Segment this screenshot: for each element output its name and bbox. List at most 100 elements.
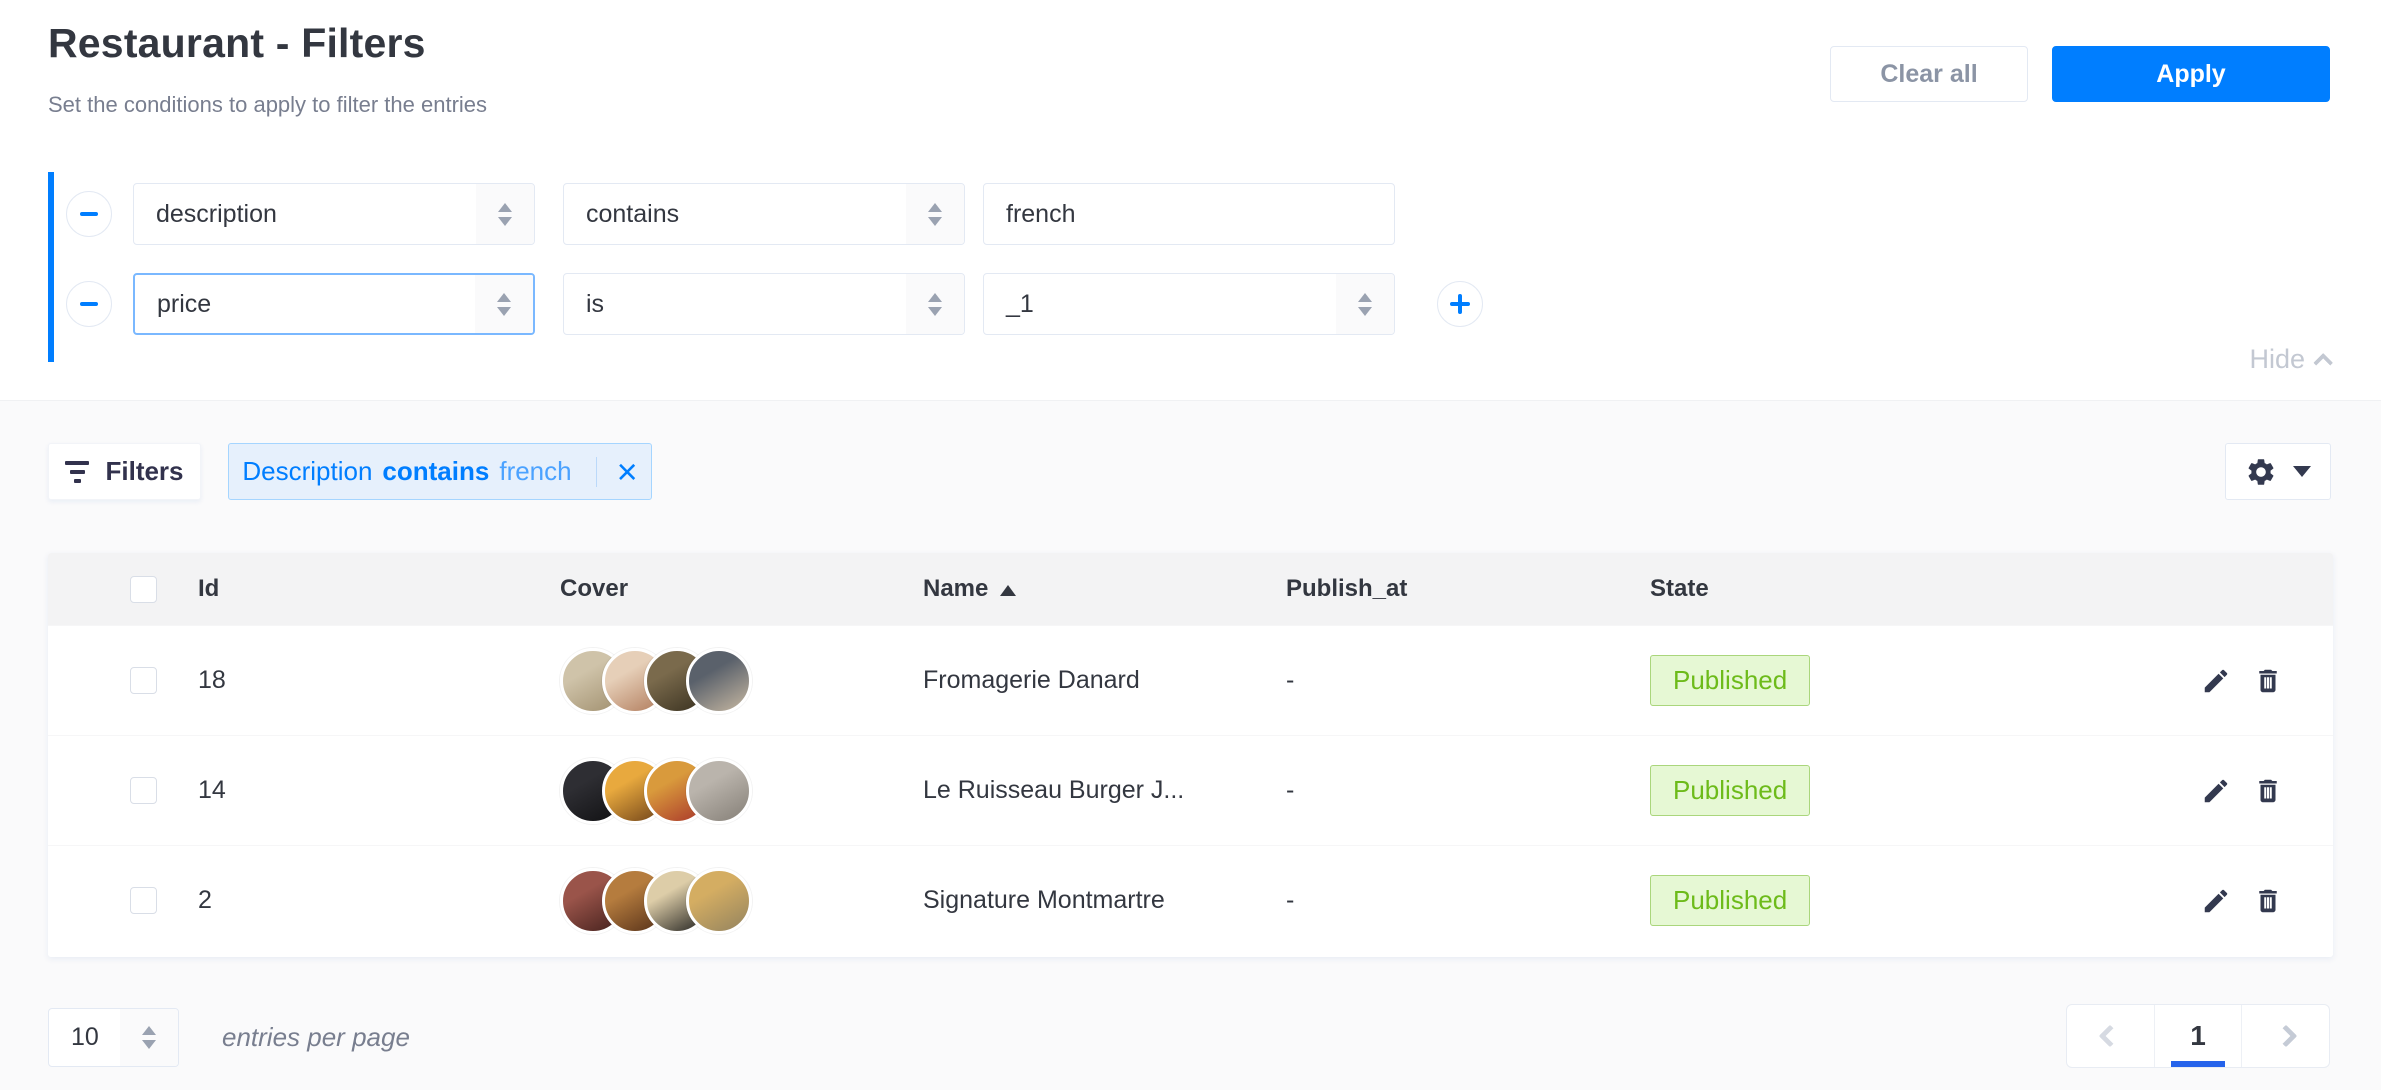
- trash-icon: [2253, 886, 2283, 916]
- delete-button[interactable]: [2253, 886, 2283, 916]
- select-spinner-icon: [1336, 274, 1394, 334]
- edit-button[interactable]: [2201, 666, 2231, 696]
- row-checkbox[interactable]: [130, 777, 157, 804]
- cell-id: 2: [198, 886, 560, 915]
- filter-operator-select-row2[interactable]: is: [563, 273, 965, 335]
- cell-cover: [560, 758, 923, 824]
- table-row[interactable]: 18 Fromagerie Danard - Published: [48, 625, 2333, 735]
- page-title: Restaurant - Filters: [48, 20, 426, 67]
- filter-group-accent-bar: [48, 172, 54, 362]
- select-spinner-icon: [906, 274, 964, 334]
- plus-icon: [1450, 294, 1470, 314]
- chevron-down-icon: [2293, 466, 2311, 477]
- chip-value: french: [499, 456, 571, 487]
- cell-publish-at: -: [1286, 666, 1650, 695]
- hide-filters-link[interactable]: Hide: [2216, 344, 2333, 375]
- table-header-row: Id Cover Name Publish_at State: [48, 553, 2333, 625]
- cell-id: 18: [198, 666, 560, 695]
- cell-cover: [560, 868, 923, 934]
- restaurant-filters-page: Restaurant - Filters Set the conditions …: [0, 0, 2381, 1090]
- sort-asc-icon: [1000, 585, 1016, 596]
- previous-page-button[interactable]: [2067, 1005, 2154, 1067]
- cell-publish-at: -: [1286, 776, 1650, 805]
- clear-all-button[interactable]: Clear all: [1830, 46, 2028, 102]
- next-page-button[interactable]: [2241, 1005, 2329, 1067]
- row-checkbox[interactable]: [130, 667, 157, 694]
- cell-id: 14: [198, 776, 560, 805]
- page-number-button[interactable]: 1: [2154, 1005, 2242, 1067]
- minus-icon: [80, 302, 98, 306]
- select-spinner-icon: [475, 275, 533, 333]
- page-size-select[interactable]: 10: [48, 1008, 179, 1067]
- remove-filter-row-button[interactable]: [66, 281, 112, 327]
- filter-field-select-row1[interactable]: description: [133, 183, 535, 245]
- cover-image: [686, 758, 752, 824]
- remove-filter-row-button[interactable]: [66, 191, 112, 237]
- select-all-checkbox[interactable]: [130, 576, 157, 603]
- column-header-cover[interactable]: Cover: [560, 575, 923, 603]
- pagination: 1: [2066, 1004, 2330, 1068]
- cell-cover: [560, 648, 923, 714]
- column-header-id[interactable]: Id: [198, 575, 560, 603]
- row-checkbox[interactable]: [130, 887, 157, 914]
- filter-field-value: price: [135, 290, 475, 319]
- column-header-publish-at[interactable]: Publish_at: [1286, 575, 1650, 603]
- pencil-icon: [2201, 666, 2231, 696]
- cell-name: Signature Montmartre: [923, 886, 1286, 915]
- chevron-left-icon: [2099, 1025, 2122, 1048]
- cover-image: [686, 648, 752, 714]
- filter-icon: [65, 461, 89, 483]
- select-spinner-icon: [906, 184, 964, 244]
- filter-value-select-row2[interactable]: _1: [983, 273, 1395, 335]
- cover-image: [686, 868, 752, 934]
- filter-value-input-row1[interactable]: [983, 183, 1395, 245]
- entries-per-page-label: entries per page: [222, 1022, 410, 1053]
- edit-button[interactable]: [2201, 886, 2231, 916]
- select-spinner-icon: [120, 1009, 178, 1066]
- filter-operator-value: contains: [564, 200, 906, 229]
- column-header-name[interactable]: Name: [923, 575, 1286, 603]
- delete-button[interactable]: [2253, 776, 2283, 806]
- filters-button-label: Filters: [105, 456, 183, 487]
- trash-icon: [2253, 776, 2283, 806]
- chip-divider: [596, 457, 597, 487]
- page-size-value: 10: [49, 1023, 120, 1052]
- status-badge: Published: [1650, 875, 1810, 926]
- apply-button[interactable]: Apply: [2052, 46, 2330, 102]
- cell-name: Le Ruisseau Burger J...: [923, 776, 1286, 805]
- filters-panel: Restaurant - Filters Set the conditions …: [0, 0, 2381, 400]
- filters-button[interactable]: Filters: [48, 443, 201, 500]
- cell-publish-at: -: [1286, 886, 1650, 915]
- column-header-state[interactable]: State: [1650, 575, 2153, 603]
- cell-name: Fromagerie Danard: [923, 666, 1286, 695]
- hide-label: Hide: [2249, 344, 2305, 375]
- chip-close-icon[interactable]: ×: [617, 457, 638, 487]
- chip-field: Description: [242, 456, 372, 487]
- pencil-icon: [2201, 776, 2231, 806]
- active-filter-chip: Description contains french ×: [228, 443, 652, 500]
- minus-icon: [80, 212, 98, 216]
- chevron-right-icon: [2274, 1025, 2297, 1048]
- table-settings-button[interactable]: [2225, 443, 2331, 500]
- active-page-indicator: [2171, 1061, 2225, 1067]
- select-spinner-icon: [476, 184, 534, 244]
- trash-icon: [2253, 666, 2283, 696]
- gear-icon: [2245, 456, 2277, 488]
- status-badge: Published: [1650, 655, 1810, 706]
- pencil-icon: [2201, 886, 2231, 916]
- page-subtitle: Set the conditions to apply to filter th…: [48, 92, 487, 118]
- status-badge: Published: [1650, 765, 1810, 816]
- chevron-up-icon: [2313, 352, 2333, 372]
- filter-operator-value: is: [564, 290, 906, 319]
- edit-button[interactable]: [2201, 776, 2231, 806]
- entries-table: Id Cover Name Publish_at State 18 Fromag…: [48, 553, 2333, 957]
- table-row[interactable]: 14 Le Ruisseau Burger J... - Published: [48, 735, 2333, 845]
- filter-field-select-row2[interactable]: price: [133, 273, 535, 335]
- current-page: 1: [2190, 1020, 2206, 1052]
- filter-field-value: description: [134, 200, 476, 229]
- table-row[interactable]: 2 Signature Montmartre - Published: [48, 845, 2333, 955]
- add-filter-row-button[interactable]: [1437, 281, 1483, 327]
- filter-operator-select-row1[interactable]: contains: [563, 183, 965, 245]
- chip-operator: contains: [382, 456, 489, 487]
- delete-button[interactable]: [2253, 666, 2283, 696]
